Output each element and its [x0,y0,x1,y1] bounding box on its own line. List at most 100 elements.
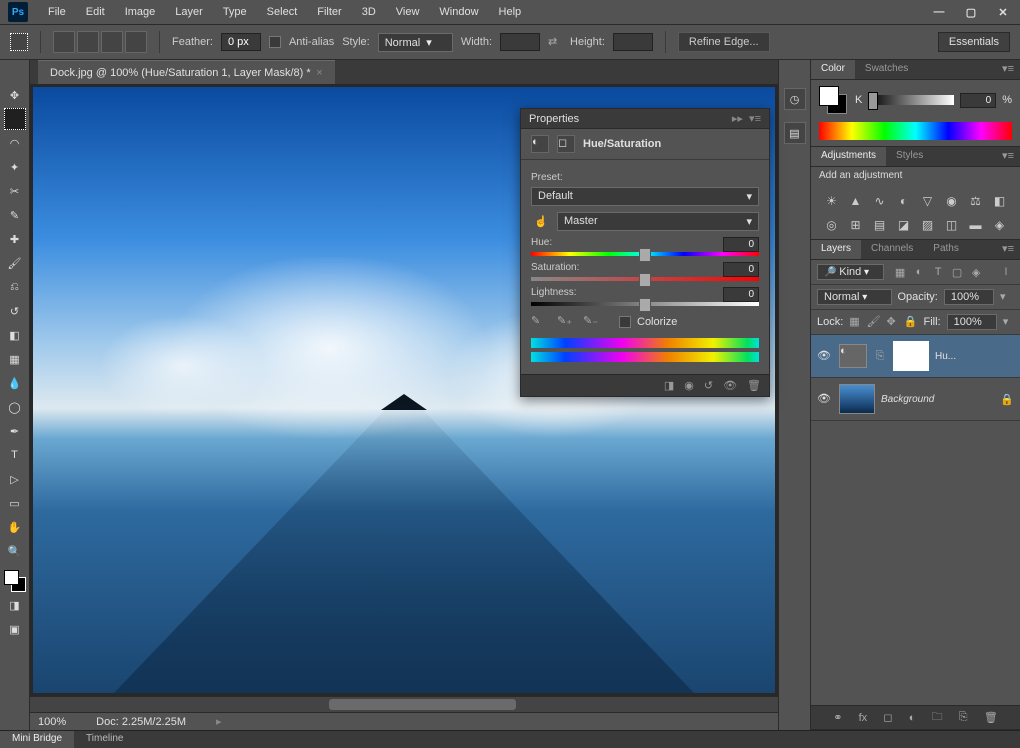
channel-select[interactable]: Master▾ [557,212,759,231]
tab-swatches[interactable]: Swatches [855,60,918,79]
menu-window[interactable]: Window [429,2,488,22]
layer-name[interactable]: Hu... [935,351,956,362]
delete-layer-icon[interactable]: 🗑 [984,711,998,724]
eyedropper-tool[interactable]: ✎ [4,204,26,226]
shape-tool[interactable]: ▭ [4,492,26,514]
pen-tool[interactable]: ✒ [4,420,26,442]
style-select[interactable]: Normal ▾ [378,33,453,52]
collapse-panel-icon[interactable]: ▸▸ ▾≡ [732,112,761,125]
healing-brush-tool[interactable]: ✚ [4,228,26,250]
horizontal-scrollbar[interactable] [30,696,778,712]
hue-slider[interactable] [531,252,759,256]
actions-panel-icon[interactable]: ▤ [784,122,806,144]
dodge-tool[interactable]: ◯ [4,396,26,418]
filter-type-icon[interactable]: T [930,264,946,280]
minimize-button[interactable]: — [930,5,948,19]
filter-shape-icon[interactable]: ▢ [949,264,965,280]
adj-type-icon[interactable]: ◐ [531,135,549,153]
menu-3d[interactable]: 3D [352,2,386,22]
foreground-color-swatch[interactable] [4,570,19,585]
panel-menu-icon[interactable]: ▾≡ [996,60,1020,79]
history-brush-tool[interactable]: ↺ [4,300,26,322]
filter-smart-icon[interactable]: ◈ [968,264,984,280]
colorize-checkbox[interactable] [619,316,631,328]
zoom-tool[interactable]: 🔍 [4,540,26,562]
mask-icon[interactable]: ◻ [557,135,575,153]
adj-layer-thumb[interactable]: ◐ [839,344,867,368]
panel-menu-icon[interactable]: ▾≡ [996,240,1020,259]
vibrance-adj-icon[interactable]: ▽ [918,191,938,211]
menu-edit[interactable]: Edit [76,2,115,22]
screen-mode-tool[interactable]: ▣ [4,618,26,640]
layer-thumb[interactable] [839,384,875,414]
levels-adj-icon[interactable]: ▲ [846,191,866,211]
layer-filter-select[interactable]: 🔎 Kind ▾ [817,264,884,280]
close-tab-icon[interactable]: × [316,67,322,79]
menu-select[interactable]: Select [257,2,308,22]
brush-tool[interactable]: 🖌 [4,252,26,274]
toggle-visibility-icon[interactable]: 👁 [723,379,737,392]
tab-color[interactable]: Color [811,60,855,79]
photo-filter-adj-icon[interactable]: ◎ [822,215,842,235]
gradient-map-adj-icon[interactable]: ▬ [966,215,986,235]
maximize-button[interactable]: ▢ [962,5,980,19]
lock-paint-icon[interactable]: 🖌 [867,315,881,329]
preset-select[interactable]: Default▾ [531,187,759,206]
feather-input[interactable] [221,33,261,51]
properties-header[interactable]: Properties ▸▸ ▾≡ [521,109,769,129]
swap-wh-icon[interactable]: ⇄ [548,35,562,49]
new-adj-layer-icon[interactable]: ◐ [909,712,916,724]
doc-size[interactable]: Doc: 2.25M/2.25M [96,716,186,728]
color-lookup-adj-icon[interactable]: ▤ [870,215,890,235]
new-layer-icon[interactable]: ⎘ [959,711,968,724]
filter-adjust-icon[interactable]: ◐ [911,264,927,280]
filter-pixel-icon[interactable]: ▦ [892,264,908,280]
color-balance-adj-icon[interactable]: ⚖ [966,191,986,211]
quick-select-tool[interactable]: ✦ [4,156,26,178]
color-slider[interactable] [868,95,954,105]
blur-tool[interactable]: 💧 [4,372,26,394]
tab-channels[interactable]: Channels [861,240,923,259]
eyedropper-add-icon[interactable]: ✎₊ [557,314,573,330]
lasso-tool[interactable]: ◠ [4,132,26,154]
selection-new-icon[interactable] [53,31,75,53]
crop-tool[interactable]: ✂ [4,180,26,202]
tab-mini-bridge[interactable]: Mini Bridge [0,731,74,748]
curves-adj-icon[interactable]: ∿ [870,191,890,211]
fill-scrub-icon[interactable]: ▾ [1003,315,1014,329]
tab-styles[interactable]: Styles [886,147,933,166]
channel-mixer-adj-icon[interactable]: ⊞ [846,215,866,235]
zoom-level[interactable]: 100% [38,716,66,728]
hue-range-bar-top[interactable] [531,338,759,348]
refine-edge-button[interactable]: Refine Edge... [678,32,770,52]
opacity-scrub-icon[interactable]: ▾ [1000,290,1014,304]
menu-image[interactable]: Image [115,2,166,22]
view-previous-icon[interactable]: ◉ [684,379,694,392]
color-spectrum[interactable] [819,122,1012,140]
menu-file[interactable]: File [38,2,76,22]
selective-color-adj-icon[interactable]: ◈ [990,215,1010,235]
threshold-adj-icon[interactable]: ◫ [942,215,962,235]
layer-mask-icon[interactable]: ◻ [883,711,892,724]
move-tool[interactable]: ✥ [4,84,26,106]
eyedropper-sub-icon[interactable]: ✎₋ [583,314,599,330]
marquee-tool[interactable] [4,108,26,130]
hand-tool[interactable]: ✋ [4,516,26,538]
bw-adj-icon[interactable]: ◧ [990,191,1010,211]
color-swatch[interactable] [4,570,26,592]
menu-layer[interactable]: Layer [165,2,213,22]
link-layers-icon[interactable]: ⚭ [833,711,842,724]
fill-input[interactable]: 100% [947,314,997,330]
selection-intersect-icon[interactable] [125,31,147,53]
eraser-tool[interactable]: ◧ [4,324,26,346]
saturation-input[interactable] [723,262,759,277]
tab-timeline[interactable]: Timeline [74,731,135,748]
history-panel-icon[interactable]: ◷ [784,88,806,110]
tab-paths[interactable]: Paths [923,240,969,259]
menu-view[interactable]: View [386,2,430,22]
filter-toggle[interactable]: ⏽ [998,264,1014,280]
layer-style-icon[interactable]: fx [859,712,868,724]
marquee-tool-preset[interactable] [10,33,28,51]
lock-all-icon[interactable]: 🔒 [904,315,918,329]
lightness-input[interactable] [723,287,759,302]
